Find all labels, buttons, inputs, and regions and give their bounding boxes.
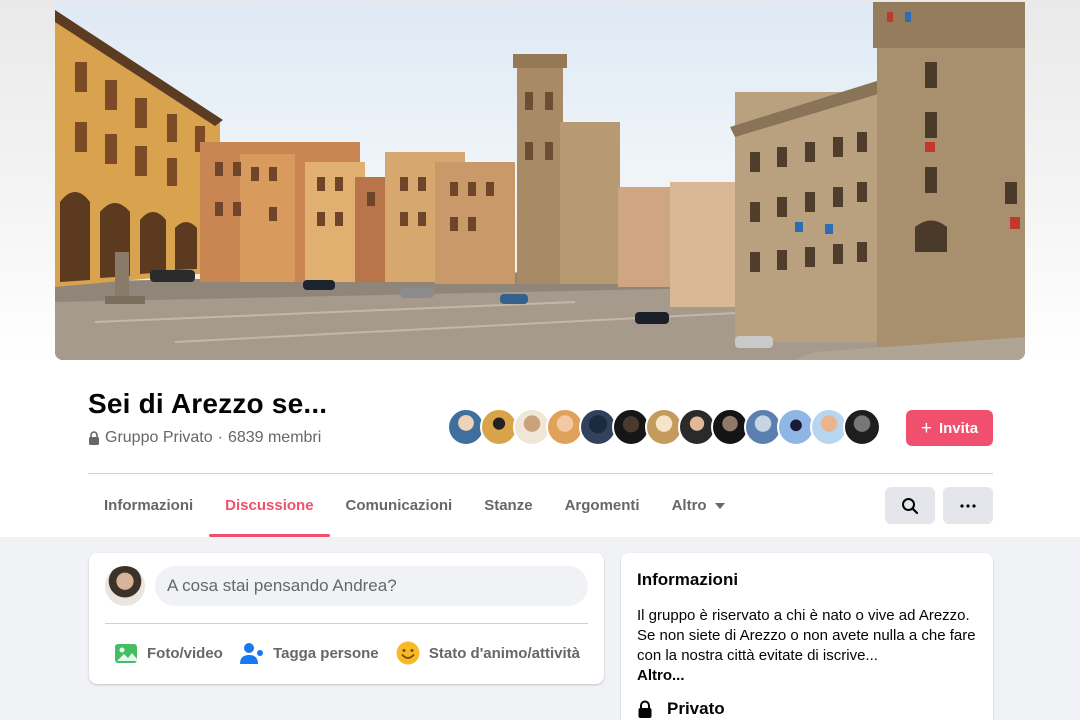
- post-input-placeholder: A cosa stai pensando Andrea?: [167, 576, 397, 595]
- composer-divider: [105, 623, 588, 624]
- search-button[interactable]: [885, 487, 935, 524]
- about-description: Il gruppo è riservato a chi è nato o viv…: [637, 606, 977, 686]
- about-title: Informazioni: [637, 570, 739, 589]
- invite-button[interactable]: + Invita: [906, 410, 993, 446]
- tab-label: Comunicazioni: [345, 497, 453, 514]
- photo-video-button[interactable]: Foto/video: [105, 634, 231, 672]
- composer-actions: Foto/video Tagga persone Stato d'animo/a…: [105, 634, 588, 672]
- tab-altro[interactable]: Altro: [656, 474, 741, 537]
- post-input[interactable]: A cosa stai pensando Andrea?: [155, 566, 588, 606]
- piazza-grande-illustration: [55, 2, 1025, 360]
- tab-argomenti[interactable]: Argomenti: [549, 474, 656, 537]
- tab-label: Altro: [671, 497, 707, 514]
- about-card: Informazioni Il gruppo è riservato a chi…: [621, 553, 993, 720]
- see-more-link[interactable]: Altro...: [637, 666, 977, 686]
- group-header: Sei di Arezzo se... Gruppo Privato · 683…: [0, 0, 1080, 537]
- cover-photo[interactable]: [55, 2, 1025, 360]
- action-label: Stato d'animo/attività: [428, 644, 580, 662]
- about-description-text: Il gruppo è riservato a chi è nato o viv…: [637, 607, 976, 664]
- invite-label: Invita: [938, 419, 979, 437]
- tab-informazioni[interactable]: Informazioni: [88, 474, 209, 537]
- group-tabs: Informazioni Discussione Comunicazioni S…: [88, 474, 741, 537]
- tag-people-button[interactable]: Tagga persone: [231, 634, 387, 672]
- tab-label: Informazioni: [104, 497, 194, 514]
- feeling-activity-button[interactable]: Stato d'animo/attività: [387, 634, 588, 672]
- tab-stanze[interactable]: Stanze: [468, 474, 548, 537]
- group-privacy: Gruppo Privato: [105, 429, 213, 446]
- lock-icon: [638, 700, 652, 718]
- plus-icon: +: [920, 417, 932, 439]
- tab-discussione[interactable]: Discussione: [209, 474, 330, 537]
- lock-icon: [89, 431, 99, 445]
- photo-icon: [115, 644, 137, 663]
- tab-comunicazioni[interactable]: Comunicazioni: [330, 474, 469, 537]
- member-avatar[interactable]: [843, 408, 881, 446]
- member-avatars[interactable]: [447, 408, 881, 446]
- feeling-icon: [396, 641, 420, 665]
- post-composer: A cosa stai pensando Andrea? Foto/video …: [89, 553, 604, 684]
- meta-separator: ·: [217, 429, 223, 446]
- group-meta: Gruppo Privato · 6839 membri: [88, 429, 321, 447]
- tag-people-icon: [240, 643, 264, 664]
- group-title[interactable]: Sei di Arezzo se...: [88, 388, 327, 420]
- privacy-row: Privato: [637, 699, 725, 719]
- tab-label: Stanze: [484, 497, 533, 514]
- chevron-down-icon: [714, 502, 725, 509]
- avatar[interactable]: [105, 566, 145, 606]
- action-label: Foto/video: [147, 644, 223, 662]
- tab-label: Argomenti: [564, 497, 640, 514]
- privacy-label: Privato: [667, 699, 725, 718]
- tab-label: Discussione: [225, 497, 314, 514]
- more-options-button[interactable]: [943, 487, 993, 524]
- action-label: Tagga persone: [273, 644, 379, 662]
- more-icon: [960, 503, 976, 508]
- group-member-count[interactable]: 6839 membri: [228, 429, 321, 447]
- search-icon: [902, 497, 919, 514]
